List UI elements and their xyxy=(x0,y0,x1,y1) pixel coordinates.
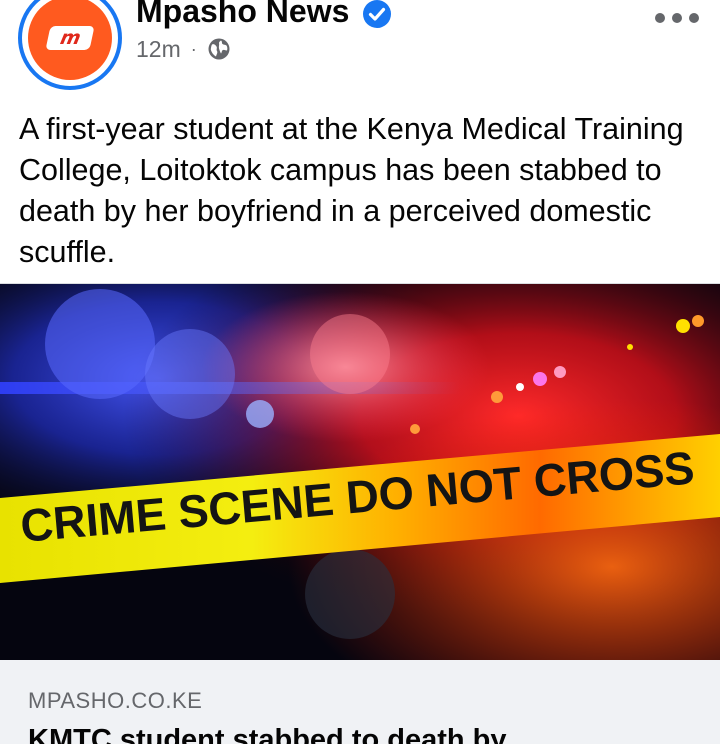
mpasho-logo-icon: m xyxy=(45,26,95,50)
post-header: m Mpasho News 12m · xyxy=(0,0,720,100)
more-options-icon[interactable] xyxy=(655,8,699,28)
link-title[interactable]: KMTC student stabbed to death by xyxy=(28,724,507,744)
more-dot xyxy=(689,13,699,23)
avatar-logo-text: m xyxy=(58,27,82,49)
facebook-post: m Mpasho News 12m · A first-year student… xyxy=(0,0,720,744)
avatar-logo: m xyxy=(28,0,112,80)
page-name-link[interactable]: Mpasho News xyxy=(136,0,349,31)
more-dot xyxy=(672,13,682,23)
meta-separator: · xyxy=(190,38,197,59)
link-preview-card[interactable]: MPASHO.CO.KE KMTC student stabbed to dea… xyxy=(0,660,720,744)
post-image[interactable]: CRIME SCENE DO NOT CROSS xyxy=(0,283,720,661)
page-avatar[interactable]: m xyxy=(18,0,122,90)
post-meta: 12m · xyxy=(136,34,231,64)
more-dot xyxy=(655,13,665,23)
globe-icon[interactable] xyxy=(207,37,231,61)
crime-scene-photo: CRIME SCENE DO NOT CROSS xyxy=(0,284,720,661)
link-domain: MPASHO.CO.KE xyxy=(28,688,203,713)
post-body-text: A first-year student at the Kenya Medica… xyxy=(19,112,684,269)
verified-badge-icon xyxy=(363,0,391,28)
post-timestamp[interactable]: 12m xyxy=(136,36,181,63)
